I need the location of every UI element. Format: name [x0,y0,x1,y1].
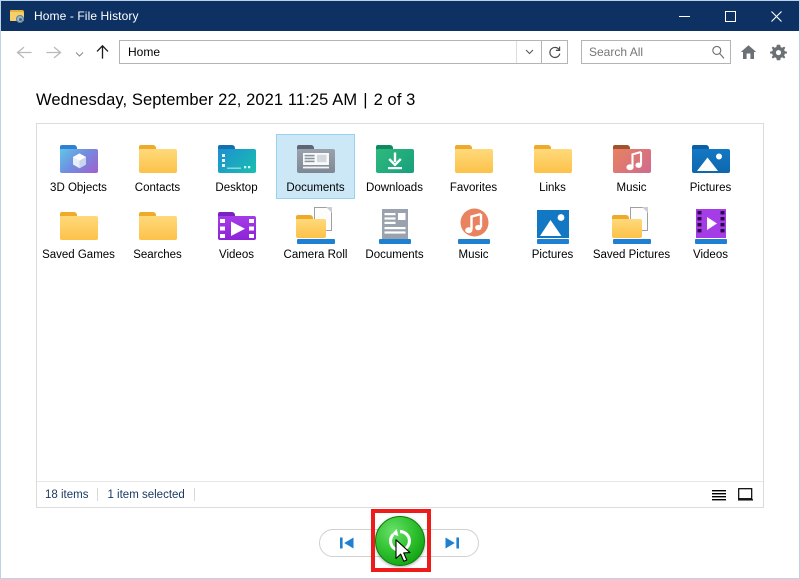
library-videos-icon [689,206,733,246]
title-bar: Home - File History [1,1,799,31]
mouse-pointer [395,539,413,565]
folder-videos-icon [215,206,259,246]
folder-yellow-icon [57,206,101,246]
item-pictures[interactable]: Pictures [513,201,592,266]
item-label: Favorites [449,182,498,194]
content-area: 3D Objects Contacts Desktop Documents Downlo… [1,123,799,508]
item-label: Pictures [531,249,574,261]
window-controls [661,1,799,31]
address-bar[interactable]: Home [119,40,542,64]
library-pictures-icon [531,206,575,246]
close-button[interactable] [753,1,799,31]
search-input[interactable]: Search All [581,40,731,64]
library-camera-roll-icon [294,206,338,246]
item-pictures[interactable]: Pictures [671,134,750,199]
view-switcher [709,485,755,505]
item-music[interactable]: Music [592,134,671,199]
item-label: Videos [693,249,728,261]
item-label: Music [458,249,489,261]
header-separator: | [363,91,368,109]
item-videos[interactable]: Videos [671,201,750,266]
folder-documents-icon [294,139,338,179]
status-divider-2 [193,488,195,501]
item-videos[interactable]: Videos [197,201,276,266]
gear-icon[interactable] [765,37,791,67]
item-label: Contacts [134,182,181,194]
file-history-window: Home - File History Home Search All Wedn… [0,0,800,579]
folder-yellow-icon [531,139,575,179]
large-icons-view-icon[interactable] [735,485,755,505]
item-label: Searches [133,249,182,261]
next-version-button[interactable] [438,532,464,554]
folder-pictures-icon [689,139,733,179]
item-3d-objects[interactable]: 3D Objects [39,134,118,199]
folder-yellow-icon [452,139,496,179]
navigation-toolbar: Home Search All [1,31,799,73]
item-count: 18 items [45,488,89,501]
search-placeholder: Search All [589,45,644,59]
library-music-icon [452,206,496,246]
library-documents-icon [373,206,417,246]
version-timestamp: Wednesday, September 22, 2021 11:25 AM [36,91,358,109]
items-panel: 3D Objects Contacts Desktop Documents Downlo… [36,123,764,508]
home-icon[interactable] [735,37,761,67]
item-searches[interactable]: Searches [118,201,197,266]
item-music[interactable]: Music [434,201,513,266]
details-view-icon[interactable] [709,485,729,505]
forward-arrow[interactable] [39,37,69,67]
maximize-button[interactable] [707,1,753,31]
folder-music-icon [610,139,654,179]
item-saved-pictures[interactable]: Saved Pictures [592,201,671,266]
item-label: Saved Pictures [592,249,671,261]
item-label: Camera Roll [283,249,348,261]
item-saved-games[interactable]: Saved Games [39,201,118,266]
folder-yellow-icon [136,139,180,179]
item-favorites[interactable]: Favorites [434,134,513,199]
item-camera-roll[interactable]: Camera Roll [276,201,355,266]
item-label: Music [616,182,647,194]
item-contacts[interactable]: Contacts [118,134,197,199]
version-counter: 2 of 3 [373,91,416,109]
item-label: Videos [219,249,254,261]
item-label: Links [539,182,566,194]
item-desktop[interactable]: Desktop [197,134,276,199]
item-links[interactable]: Links [513,134,592,199]
item-label: Documents [365,249,424,261]
address-dropdown-chevron[interactable] [516,41,541,63]
previous-version-button[interactable] [334,532,360,554]
item-label: Saved Games [42,249,115,261]
folder-3d-objects-icon [57,139,101,179]
version-header: Wednesday, September 22, 2021 11:25 AM | 2… [1,73,799,123]
item-label: Desktop [215,182,258,194]
status-bar: 18 items 1 item selected [37,481,763,507]
back-arrow[interactable] [9,37,39,67]
recent-locations-chevron[interactable] [69,37,89,67]
minimize-button[interactable] [661,1,707,31]
refresh-icon[interactable] [542,40,568,64]
folder-downloads-icon [373,139,417,179]
folder-desktop-icon [215,139,259,179]
window-title: Home - File History [34,9,139,23]
search-icon[interactable] [706,45,730,59]
library-saved-pictures-icon [610,206,654,246]
item-label: 3D Objects [50,182,107,194]
folder-yellow-icon [136,206,180,246]
selection-status: 1 item selected [107,488,185,501]
address-value: Home [128,45,161,59]
item-documents[interactable]: Documents [355,201,434,266]
item-label: Downloads [366,182,423,194]
up-arrow[interactable] [89,37,115,67]
item-label: Pictures [689,182,732,194]
item-label: Documents [286,182,345,194]
item-downloads[interactable]: Downloads [355,134,434,199]
status-divider [97,488,99,501]
folder-clock-icon [9,8,27,24]
items-grid: 3D Objects Contacts Desktop Documents Downlo… [37,124,763,481]
item-documents[interactable]: Documents [276,134,355,199]
